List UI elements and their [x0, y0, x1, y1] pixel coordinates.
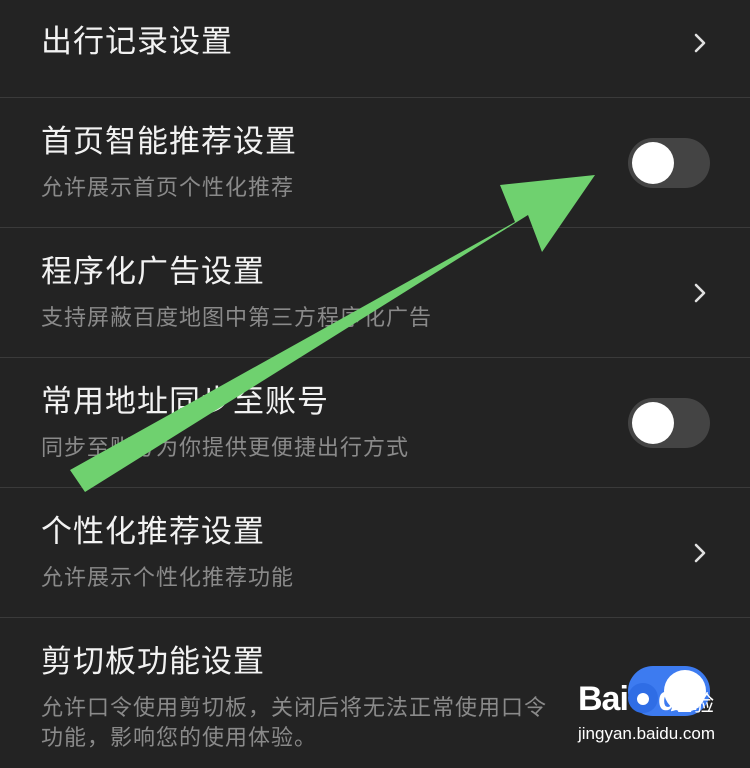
baidu-jingyan-watermark: Bai du 经验 jingyan.baidu.com	[572, 680, 742, 752]
watermark-sub: 经验	[670, 692, 715, 717]
row-subtitle: 允许展示个性化推荐功能	[41, 566, 295, 591]
row-subtitle: 允许展示首页个性化推荐	[41, 176, 295, 201]
row-title: 出行记录设置	[41, 24, 233, 60]
row-subtitle: 支持屏蔽百度地图中第三方程序化广告	[41, 306, 433, 331]
watermark-url: jingyan.baidu.com	[578, 724, 716, 743]
chevron-right-icon	[694, 33, 706, 53]
baidu-paw-icon	[627, 683, 658, 713]
row-title: 个性化推荐设置	[41, 514, 265, 550]
toggle-knob	[632, 142, 674, 184]
home-recommend-toggle[interactable]	[628, 138, 710, 188]
row-title: 常用地址同步至账号	[41, 384, 329, 420]
settings-row-address-sync: 常用地址同步至账号 同步至账号为你提供更便捷出行方式	[0, 358, 750, 488]
settings-row-personalized-recommend[interactable]: 个性化推荐设置 允许展示个性化推荐功能	[0, 488, 750, 618]
row-subtitle: 允许口令使用剪切板，关闭后将无法正常使用口令	[41, 696, 548, 721]
row-subtitle-line2: 功能，影响您的使用体验。	[41, 726, 318, 751]
row-title: 剪切板功能设置	[41, 644, 265, 680]
row-title: 程序化广告设置	[41, 254, 265, 290]
chevron-right-icon	[694, 283, 706, 303]
row-title: 首页智能推荐设置	[41, 124, 297, 160]
settings-list: 出行记录设置 首页智能推荐设置 允许展示首页个性化推荐 程序化广告设置 支持屏蔽…	[0, 0, 750, 768]
toggle-knob	[632, 402, 674, 444]
settings-row-trip-records[interactable]: 出行记录设置	[0, 0, 750, 98]
watermark-logo-text-1: Bai	[578, 680, 629, 718]
address-sync-toggle[interactable]	[628, 398, 710, 448]
chevron-right-icon	[694, 543, 706, 563]
settings-row-home-recommend: 首页智能推荐设置 允许展示首页个性化推荐	[0, 98, 750, 228]
row-subtitle: 同步至账号为你提供更便捷出行方式	[41, 436, 410, 461]
settings-row-programmatic-ads[interactable]: 程序化广告设置 支持屏蔽百度地图中第三方程序化广告	[0, 228, 750, 358]
